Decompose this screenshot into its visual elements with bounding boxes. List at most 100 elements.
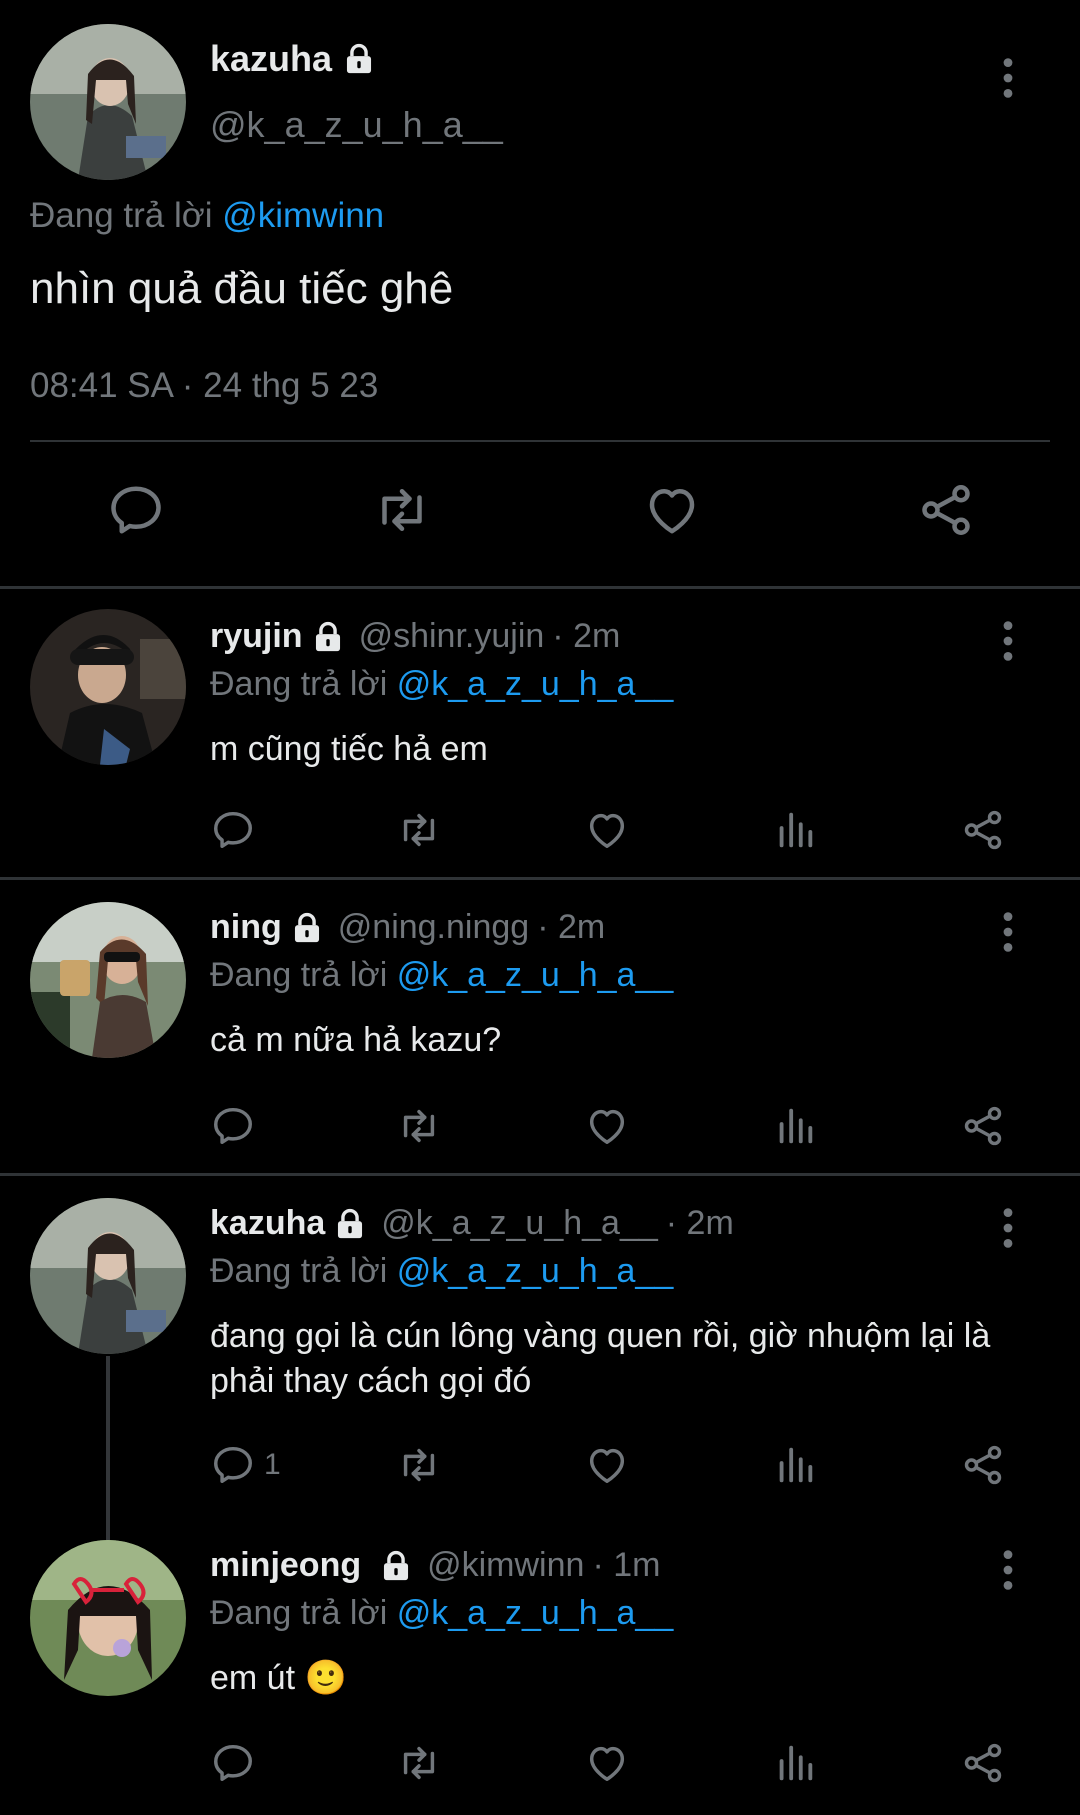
avatar[interactable] <box>30 609 186 765</box>
replying-prefix: Đang trả lời <box>30 196 213 235</box>
share-icon <box>960 1442 1006 1488</box>
replying-prefix: Đang trả lời <box>210 956 388 994</box>
more-vertical-icon[interactable] <box>1002 1206 1014 1250</box>
handle[interactable]: @k_a_z_u_h_a__ <box>381 1204 658 1243</box>
reply-button[interactable]: 1 <box>210 1442 281 1488</box>
lock-icon <box>311 620 345 654</box>
reply-icon <box>210 1740 256 1786</box>
like-icon <box>584 1740 630 1786</box>
reply-button[interactable] <box>210 1740 264 1786</box>
retweet-button[interactable] <box>396 1103 442 1149</box>
views-icon <box>772 1442 818 1488</box>
display-name[interactable]: minjeong <box>210 1546 361 1585</box>
lock-icon <box>290 911 324 945</box>
views-icon <box>772 807 818 853</box>
more-vertical-icon[interactable] <box>1002 1548 1014 1592</box>
like-button[interactable] <box>584 1442 630 1488</box>
reply-icon <box>210 1103 256 1149</box>
lock-icon <box>342 42 376 76</box>
action-bar <box>210 1103 1030 1153</box>
replying-to-line: Đang trả lời @kimwinn <box>30 196 384 236</box>
display-name[interactable]: ning <box>210 908 282 947</box>
replying-to-line: Đang trả lời @k_a_z_u_h_a__ <box>210 1594 673 1633</box>
share-icon[interactable] <box>916 480 976 540</box>
like-icon <box>584 1442 630 1488</box>
share-button[interactable] <box>960 1442 1006 1488</box>
avatar[interactable] <box>30 902 186 1058</box>
retweet-icon <box>396 1442 442 1488</box>
views-button[interactable] <box>772 1103 818 1149</box>
like-button[interactable] <box>584 1103 630 1149</box>
like-button[interactable] <box>584 1740 630 1786</box>
avatar[interactable] <box>30 24 186 180</box>
action-bar: 1 <box>210 1442 1030 1492</box>
lock-icon <box>379 1549 413 1583</box>
reply-icon <box>210 1442 256 1488</box>
handle[interactable]: @k_a_z_u_h_a__ <box>210 104 503 146</box>
retweet-button[interactable] <box>396 1740 442 1786</box>
reply-tweet[interactable]: ning @ning.ningg · 2m Đang trả lời @k_a_… <box>0 880 1080 1173</box>
tweet-text: m cũng tiếc hả em <box>210 730 488 768</box>
reply-button[interactable] <box>210 1103 264 1149</box>
handle[interactable]: @kimwinn <box>427 1546 584 1585</box>
action-bar <box>0 480 1080 550</box>
share-button[interactable] <box>960 1740 1006 1786</box>
display-name[interactable]: kazuha <box>210 38 332 80</box>
relative-time: · 1m <box>592 1546 661 1584</box>
replying-to-line: Đang trả lời @k_a_z_u_h_a__ <box>210 1252 673 1291</box>
avatar[interactable] <box>30 1198 186 1354</box>
share-icon <box>960 1740 1006 1786</box>
reply-icon[interactable] <box>106 480 166 540</box>
share-icon <box>960 807 1006 853</box>
retweet-button[interactable] <box>396 807 442 853</box>
relative-time: · 2m <box>552 617 621 655</box>
replying-to-link[interactable]: @kimwinn <box>222 196 384 235</box>
tweet-text: nhìn quả đầu tiếc ghê <box>30 264 454 313</box>
replying-to-link[interactable]: @k_a_z_u_h_a__ <box>397 665 674 703</box>
more-vertical-icon[interactable] <box>1002 619 1014 663</box>
share-icon <box>960 1103 1006 1149</box>
replying-to-link[interactable]: @k_a_z_u_h_a__ <box>397 1252 674 1290</box>
avatar[interactable] <box>30 1540 186 1696</box>
reply-icon <box>210 807 256 853</box>
retweet-button[interactable] <box>396 1442 442 1488</box>
lock-icon <box>333 1207 367 1241</box>
retweet-icon <box>396 1103 442 1149</box>
reply-count: 1 <box>264 1448 281 1481</box>
views-icon <box>772 1103 818 1149</box>
divider <box>30 440 1050 442</box>
reply-tweet[interactable]: ryujin @shinr.yujin · 2m Đang trả lời @k… <box>0 589 1080 877</box>
handle[interactable]: @ning.ningg <box>338 908 529 947</box>
replying-to-link[interactable]: @k_a_z_u_h_a__ <box>397 956 674 994</box>
replying-to-link[interactable]: @k_a_z_u_h_a__ <box>397 1594 674 1632</box>
retweet-icon <box>396 807 442 853</box>
display-name[interactable]: ryujin <box>210 617 303 656</box>
replying-prefix: Đang trả lời <box>210 1594 388 1632</box>
replying-to-line: Đang trả lời @k_a_z_u_h_a__ <box>210 665 673 704</box>
reply-tweet[interactable]: kazuha @k_a_z_u_h_a__ · 2m Đang trả lời … <box>0 1176 1080 1516</box>
relative-time: · 2m <box>537 908 606 946</box>
retweet-icon[interactable] <box>372 480 432 540</box>
share-button[interactable] <box>960 1103 1006 1149</box>
replying-to-line: Đang trả lời @k_a_z_u_h_a__ <box>210 956 673 995</box>
action-bar <box>210 1740 1030 1790</box>
like-icon[interactable] <box>642 480 702 540</box>
share-button[interactable] <box>960 807 1006 853</box>
reply-button[interactable] <box>210 807 264 853</box>
display-name[interactable]: kazuha <box>210 1204 325 1243</box>
action-bar <box>210 807 1030 857</box>
views-button[interactable] <box>772 1740 818 1786</box>
views-button[interactable] <box>772 1442 818 1488</box>
replying-prefix: Đang trả lời <box>210 1252 388 1290</box>
timestamp[interactable]: 08:41 SA · 24 thg 5 23 <box>30 366 378 406</box>
views-button[interactable] <box>772 807 818 853</box>
more-vertical-icon[interactable] <box>1002 910 1014 954</box>
reply-tweet[interactable]: minjeong @kimwinn · 1m Đang trả lời @k_a… <box>0 1518 1080 1815</box>
handle[interactable]: @shinr.yujin <box>359 617 545 656</box>
like-button[interactable] <box>584 807 630 853</box>
tweet-text: đang gọi là cún lông vàng quen rồi, giờ … <box>210 1317 991 1400</box>
retweet-icon <box>396 1740 442 1786</box>
views-icon <box>772 1740 818 1786</box>
more-vertical-icon[interactable] <box>1002 56 1014 100</box>
tweet-text: cả m nữa hả kazu? <box>210 1021 502 1059</box>
